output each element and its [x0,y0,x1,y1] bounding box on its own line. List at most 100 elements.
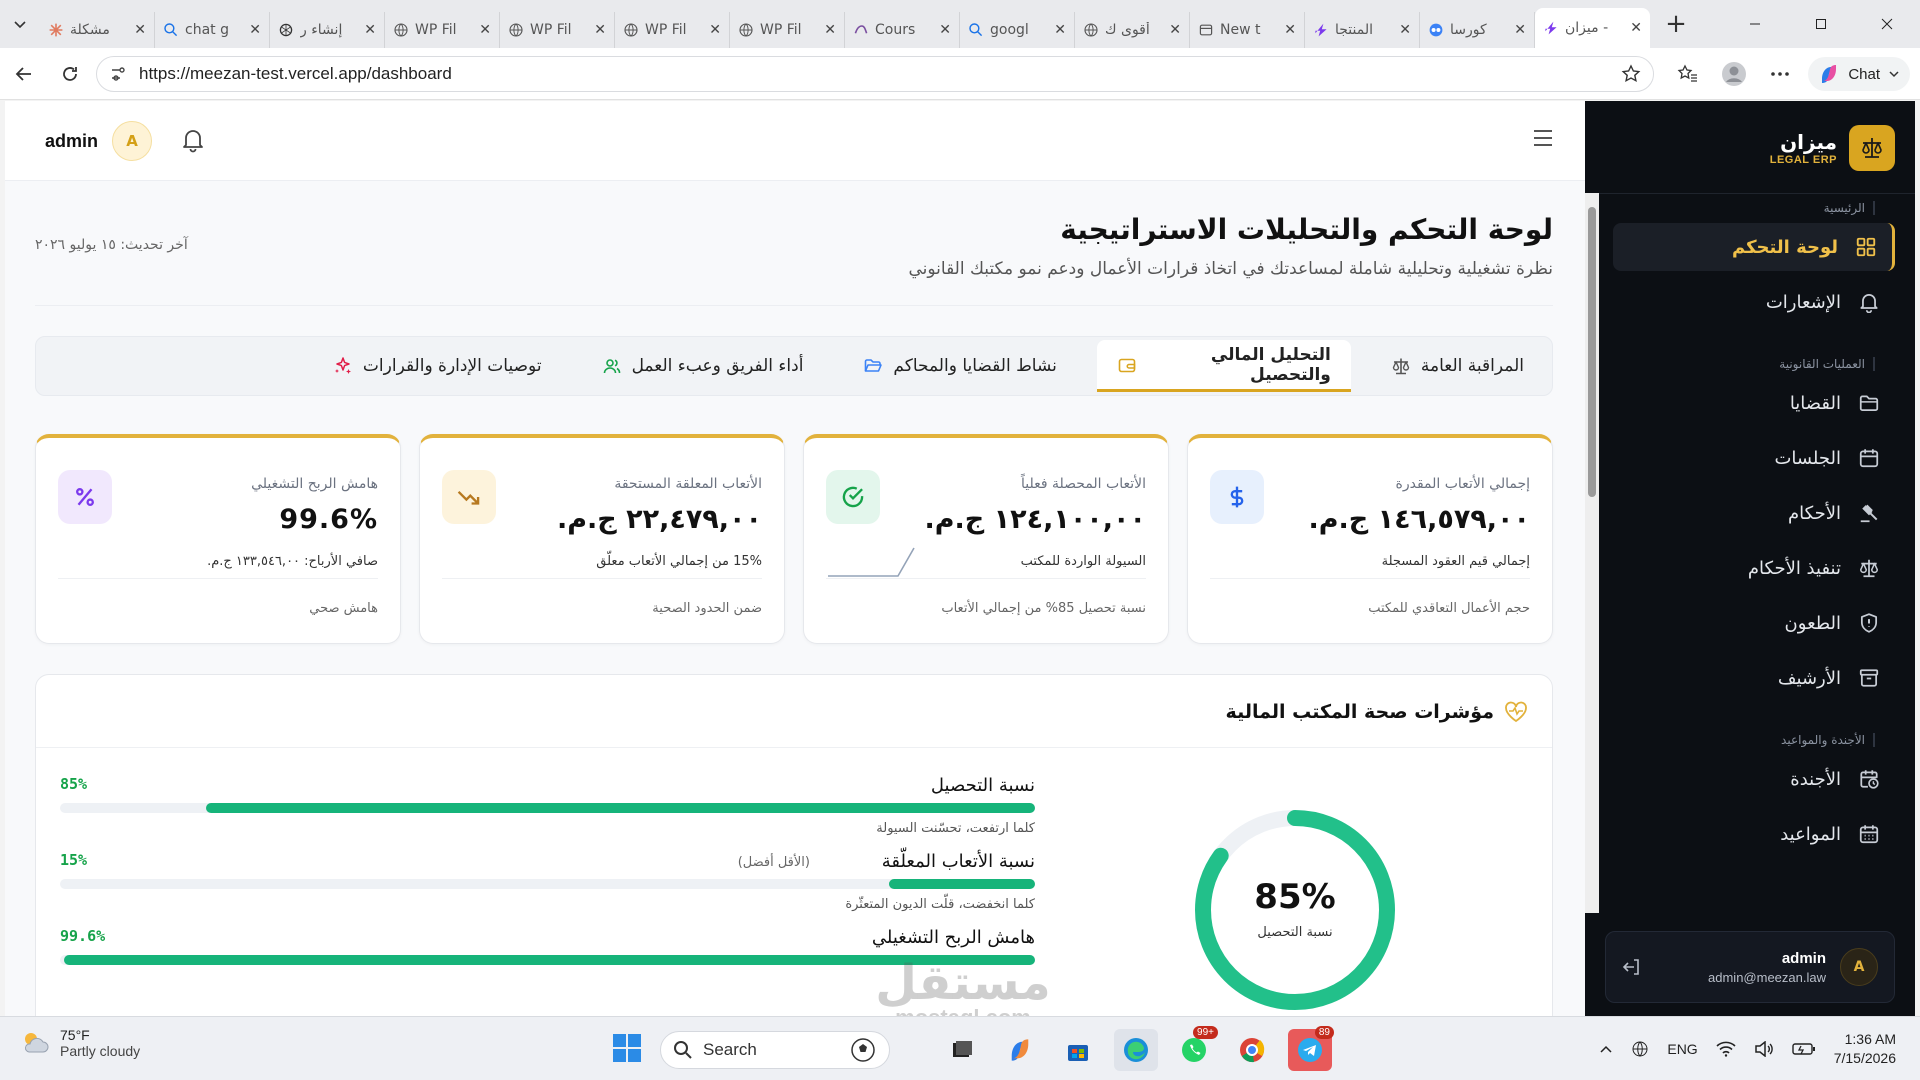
sidebar-user-card[interactable]: A admin admin@meezan.law [1605,931,1895,1003]
notifications-bell-icon[interactable] [181,127,205,153]
whatsapp-icon[interactable]: 99+ [1172,1026,1218,1071]
url-text[interactable]: https://meezan-test.vercel.app/dashboard [139,64,452,84]
scrollbar-thumb[interactable] [1588,207,1596,497]
task-view-icon[interactable] [940,1029,984,1071]
metric-value: 85% [60,775,88,793]
sidebar-item[interactable]: القضايا [1613,379,1895,427]
browser-tab[interactable]: Cours ✕ [845,12,960,48]
taskbar-search[interactable]: Search [660,1031,890,1069]
close-tab-icon[interactable]: ✕ [824,22,836,38]
profile-avatar-icon[interactable] [1716,56,1752,92]
logout-icon[interactable] [1622,957,1642,977]
weather-widget[interactable]: 75°F Partly cloudy [20,1027,140,1059]
close-tab-icon[interactable]: ✕ [1514,22,1526,38]
wifi-icon[interactable] [1716,1041,1736,1057]
more-options-icon[interactable] [1762,56,1798,92]
page-title: لوحة التحكم والتحليلات الاستراتيجية [1060,213,1553,246]
kpi-sparkline [828,547,915,577]
kpi-value: ١٤٦,٥٧٩,٠٠ ج.م. [1308,504,1530,535]
browser-tab[interactable]: New t ✕ [1190,12,1305,48]
close-tab-icon[interactable]: ✕ [479,22,491,38]
check-circle-icon [826,470,880,524]
dashboard-tab[interactable]: أداء الفريق وعبء العمل [582,340,824,392]
sidebar: ميزان LEGAL ERP الرئيسية لوحة التحكم الإشع… [1585,101,1915,1016]
copilot-chat-button[interactable]: Chat [1808,57,1910,91]
browser-tab[interactable]: WP Fil ✕ [385,12,500,48]
close-tab-icon[interactable]: ✕ [364,22,376,38]
sidebar-item[interactable]: المواعيد [1613,810,1895,858]
browser-tab[interactable]: المنتجا ✕ [1305,12,1420,48]
favorites-list-icon[interactable] [1670,56,1706,92]
dashboard-tab[interactable]: المراقبة العامة [1371,340,1544,392]
close-tab-icon[interactable]: ✕ [594,22,606,38]
close-tab-icon[interactable]: ✕ [1630,20,1642,36]
weather-temp: 75°F [60,1027,90,1043]
sidebar-item[interactable]: الأجندة [1613,755,1895,803]
globe-icon [1083,22,1099,38]
browser-tab-title: مشكلة [70,22,110,38]
site-info-icon[interactable] [109,65,127,83]
close-tab-icon[interactable]: ✕ [709,22,721,38]
sidebar-item[interactable]: الجلسات [1613,434,1895,482]
dashboard-tab[interactable]: توصيات الإدارة والقرارات [313,340,562,392]
browser-tab[interactable]: WP Fil ✕ [730,12,845,48]
kpi-card: هامش الربح التشغيلي 99.6% صافي الأرباح: ١٣… [35,434,401,644]
kpi-label: هامش الربح التشغيلي [251,476,378,492]
browser-tab[interactable]: WP Fil ✕ [500,12,615,48]
browser-tab[interactable]: googl ✕ [960,12,1075,48]
browser-tab[interactable]: ميزان - ✕ [1535,8,1650,48]
windows-start-icon[interactable] [612,1033,642,1063]
favorite-star-icon[interactable] [1621,64,1641,84]
reload-icon[interactable] [48,52,92,96]
copilot-app-icon[interactable] [998,1029,1042,1071]
new-tab-button[interactable]: + [1656,4,1696,44]
back-icon[interactable] [2,52,46,96]
language-indicator[interactable]: ENG [1667,1041,1697,1057]
browser-tab-title: Cours [875,22,916,38]
minimize-icon[interactable] [1722,0,1788,48]
close-tab-icon[interactable]: ✕ [134,22,146,38]
clock[interactable]: 1:36 AM 7/15/2026 [1834,1030,1896,1068]
close-window-icon[interactable] [1854,0,1920,48]
topbar-avatar[interactable]: A [112,121,153,161]
sidebar-item[interactable]: لوحة التحكم [1613,223,1895,271]
browser-tab[interactable]: إنشاء ر ✕ [270,12,385,48]
edge-browser-icon[interactable] [1114,1029,1158,1071]
sidebar-item[interactable]: الطعون [1613,599,1895,647]
sidebar-item-label: الأجندة [1790,768,1841,790]
health-divider [36,747,1552,748]
tab-search-chevron-icon[interactable] [0,0,40,48]
hamburger-menu-icon[interactable] [1531,127,1555,149]
browser-tab[interactable]: chat g ✕ [155,12,270,48]
network-globe-icon[interactable] [1631,1040,1649,1058]
tray-chevron-up-icon[interactable] [1599,1042,1613,1056]
sidebar-item[interactable]: تنفيذ الأحكام [1613,544,1895,592]
close-tab-icon[interactable]: ✕ [1284,22,1296,38]
percent-icon [58,470,112,524]
maximize-icon[interactable] [1788,0,1854,48]
close-tab-icon[interactable]: ✕ [939,22,951,38]
microsoft-store-icon[interactable] [1056,1029,1100,1071]
close-tab-icon[interactable]: ✕ [1399,22,1411,38]
sidebar-item[interactable]: الإشعارات [1613,278,1895,326]
sidebar-scrollbar[interactable] [1585,193,1599,913]
browser-tab-title: WP Fil [760,22,802,38]
browser-tab[interactable]: أقوى ك ✕ [1075,12,1190,48]
close-tab-icon[interactable]: ✕ [1169,22,1181,38]
close-tab-icon[interactable]: ✕ [1054,22,1066,38]
browser-tab[interactable]: مشكلة ✕ [40,12,155,48]
brand[interactable]: ميزان LEGAL ERP [1770,125,1895,171]
browser-tab[interactable]: كورسا ✕ [1420,12,1535,48]
sidebar-item[interactable]: الأرشيف [1613,654,1895,702]
volume-icon[interactable] [1754,1041,1774,1057]
sidebar-item[interactable]: الأحكام [1613,489,1895,537]
url-omnibox[interactable]: https://meezan-test.vercel.app/dashboard [96,56,1654,92]
browser-tab[interactable]: WP Fil ✕ [615,12,730,48]
topbar-user[interactable]: admin A [45,121,153,161]
chrome-icon[interactable] [1230,1029,1274,1071]
close-tab-icon[interactable]: ✕ [249,22,261,38]
dashboard-tab[interactable]: التحليل المالي والتحصيل [1096,340,1351,392]
battery-icon[interactable] [1792,1042,1816,1056]
telegram-icon[interactable]: 89 [1288,1026,1334,1071]
dashboard-tab[interactable]: نشاط القضايا والمحاكم [843,340,1076,392]
